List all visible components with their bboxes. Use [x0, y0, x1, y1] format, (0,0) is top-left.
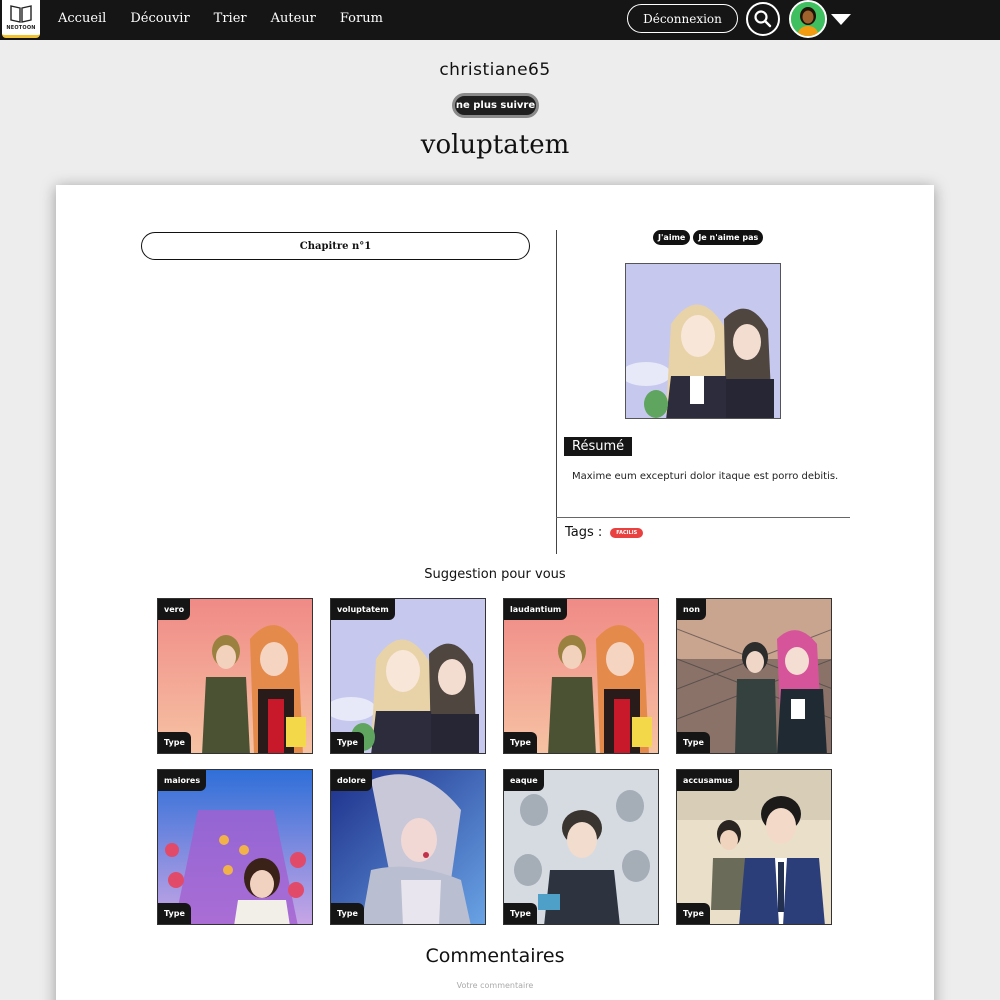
suggestion-type: Type [158, 732, 191, 753]
page-title: voluptatem [420, 130, 570, 160]
comments-title: Commentaires [425, 945, 565, 967]
suggestion-card[interactable]: accusamus Type [676, 769, 832, 925]
author-username[interactable]: christiane65 [0, 60, 990, 80]
suggestion-card[interactable]: maiores Type [157, 769, 313, 925]
summary-text: Maxime eum excepturi dolor itaque est po… [572, 471, 839, 482]
suggestion-card[interactable]: dolore Type [330, 769, 486, 925]
suggestion-card[interactable]: non Type [676, 598, 832, 754]
suggestion-type: Type [331, 732, 364, 753]
suggestion-card[interactable]: laudantium Type [503, 598, 659, 754]
nav-links: Accueil Découvir Trier Auteur Forum [58, 0, 407, 36]
suggestion-name: dolore [331, 770, 372, 791]
nav-link-auteur[interactable]: Auteur [271, 11, 316, 26]
suggestion-thumbnail [677, 770, 831, 924]
suggestion-card[interactable]: voluptatem Type [330, 598, 486, 754]
suggestion-name: accusamus [677, 770, 739, 791]
nav-link-decouvrir[interactable]: Découvir [130, 11, 189, 26]
nav-link-accueil[interactable]: Accueil [58, 11, 106, 26]
unfollow-button[interactable]: ne plus suivre [452, 93, 539, 118]
suggestion-type: Type [158, 903, 191, 924]
suggestion-type: Type [677, 903, 710, 924]
suggestion-thumbnail [677, 599, 831, 753]
suggestion-thumbnail [504, 770, 658, 924]
suggestion-thumbnail [504, 599, 658, 753]
summary-label: Résumé [564, 437, 633, 456]
reaction-buttons: J'aime Je n'aime pas [653, 230, 764, 245]
search-icon [754, 10, 772, 28]
suggestion-card[interactable]: vero Type [157, 598, 313, 754]
search-button[interactable] [746, 2, 780, 36]
suggestion-name: laudantium [504, 599, 568, 620]
comment-input[interactable] [395, 977, 595, 993]
suggestion-type: Type [677, 732, 710, 753]
suggestion-name: maiores [158, 770, 207, 791]
tags-row: Tags : FACILIS [565, 525, 644, 540]
suggestion-type: Type [504, 903, 537, 924]
suggestion-name: vero [158, 599, 191, 620]
tag-badge[interactable]: FACILIS [610, 527, 644, 538]
chevron-down-icon[interactable] [831, 14, 851, 25]
suggestion-thumbnail [331, 599, 485, 753]
chapter-button[interactable]: Chapitre n°1 [141, 232, 530, 260]
logo-text: NEOTOON [6, 25, 36, 31]
like-button[interactable]: J'aime [653, 230, 691, 245]
nav-link-forum[interactable]: Forum [340, 11, 383, 26]
top-navbar: NEOTOON Accueil Découvir Trier Auteur Fo… [0, 0, 1000, 40]
book-icon [10, 5, 32, 23]
tags-label: Tags : [565, 525, 603, 540]
suggestions-grid: vero Type voluptatem Type laudantium Typ… [157, 598, 834, 925]
suggestion-name: non [677, 599, 706, 620]
site-logo[interactable]: NEOTOON [2, 0, 40, 38]
suggestion-thumbnail [331, 770, 485, 924]
suggestion-thumbnail [158, 599, 312, 753]
suggestion-type: Type [331, 903, 364, 924]
avatar-icon [791, 2, 825, 36]
suggestion-name: eaque [504, 770, 544, 791]
work-card: Chapitre n°1 J'aime Je n'aime pas Résumé… [56, 185, 934, 1000]
suggestions-title: Suggestion pour vous [424, 567, 566, 582]
vertical-divider [556, 230, 557, 554]
logout-button[interactable]: Déconnexion [627, 4, 738, 33]
suggestion-card[interactable]: eaque Type [503, 769, 659, 925]
nav-link-trier[interactable]: Trier [214, 11, 247, 26]
suggestion-thumbnail [158, 770, 312, 924]
user-avatar[interactable] [789, 0, 827, 38]
horizontal-divider [556, 517, 850, 518]
dislike-button[interactable]: Je n'aime pas [693, 230, 764, 245]
suggestion-type: Type [504, 732, 537, 753]
cover-image [625, 263, 781, 419]
suggestion-name: voluptatem [331, 599, 395, 620]
